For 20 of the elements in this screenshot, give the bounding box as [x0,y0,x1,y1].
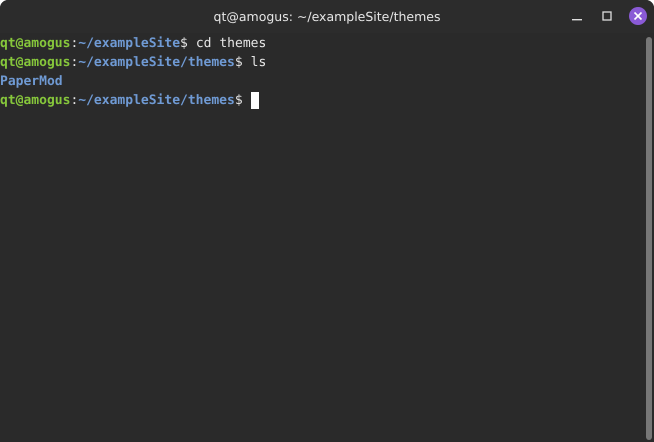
prompt-path: ~/exampleSite/themes [78,54,235,72]
directory-name: PaperMod [0,73,63,91]
prompt-path: ~/exampleSite/themes [78,92,235,110]
prompt-symbol: $ [234,54,243,72]
prompt-user: qt@amogus [0,35,70,53]
text-cursor [250,92,259,109]
command-text: cd themes [196,35,266,53]
maximize-icon[interactable] [600,9,614,23]
prompt-separator: : [70,54,78,72]
prompt-separator: : [70,92,78,110]
prompt-separator: : [70,35,78,53]
close-icon[interactable] [628,6,648,26]
command-text: ls [250,54,266,72]
scrollbar[interactable] [646,37,652,440]
window-title: qt@amogus: ~/exampleSite/themes [214,9,440,24]
prompt-path: ~/exampleSite [78,35,180,53]
prompt-symbol: $ [180,35,188,53]
prompt-user: qt@amogus [0,54,70,72]
prompt-symbol: $ [234,92,243,110]
prompt-user: qt@amogus [0,92,70,110]
